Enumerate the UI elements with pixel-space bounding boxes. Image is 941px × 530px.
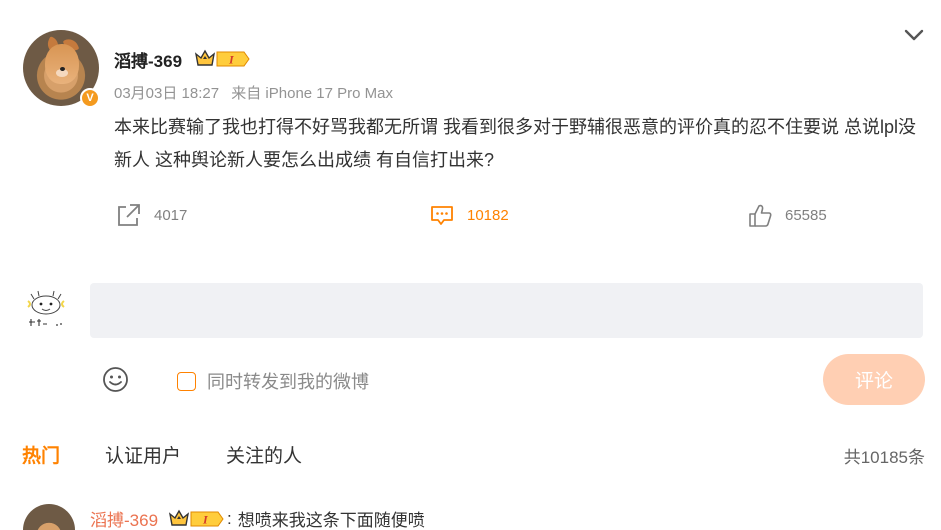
- emoji-icon[interactable]: [102, 366, 129, 393]
- vip-crown-icon[interactable]: I: [194, 49, 251, 69]
- sync-repost-label: 同时转发到我的微博: [207, 372, 369, 392]
- author-name-row: 滔搏-369 I: [114, 47, 251, 72]
- tab-following[interactable]: 关注的人: [226, 441, 302, 468]
- chevron-down-icon[interactable]: [903, 26, 925, 44]
- comment-separator: :: [227, 508, 232, 528]
- comment-text: 想喷来我这条下面随便喷: [237, 511, 425, 530]
- comment-icon: [431, 206, 453, 225]
- post-content: 本来比赛输了我也打得不好骂我都无所谓 我看到很多对于野辅很恶意的评价真的忍不住要…: [114, 117, 917, 170]
- like-icon: [749, 204, 772, 227]
- comment-line: 滔搏-369 I : 想喷来我这条下面随便喷: [90, 506, 425, 530]
- repost-icon: [118, 204, 140, 226]
- comment-tabs: 热门 认证用户 关注的人: [22, 441, 347, 468]
- comment-total: 共10185条: [843, 448, 925, 467]
- repost-count: 4017: [154, 206, 188, 224]
- comment-input[interactable]: [90, 283, 923, 338]
- commenter-username[interactable]: 滔搏-369: [90, 506, 158, 530]
- like-count: 65585: [785, 206, 827, 224]
- comment-item: 滔搏-369 I : 想喷来我这条下面随便喷: [0, 500, 941, 530]
- sync-repost-checkbox[interactable]: [177, 371, 196, 391]
- verified-icon: V: [80, 88, 100, 108]
- tab-verified-users[interactable]: 认证用户: [105, 441, 181, 468]
- current-user-avatar[interactable]: [23, 284, 69, 334]
- tab-hot[interactable]: 热门: [22, 441, 60, 468]
- repost-button[interactable]: 4017: [116, 202, 187, 228]
- vip-crown-icon[interactable]: I: [168, 509, 225, 529]
- comment-count: 10182: [467, 206, 509, 224]
- author-username[interactable]: 滔搏-369: [114, 47, 182, 72]
- post-source: 来自 iPhone 17 Pro Max: [231, 85, 393, 102]
- like-button[interactable]: 65585: [747, 202, 827, 228]
- weibo-post: V 滔搏-369 I 03月03日 18:27 来自 iPhone 17 Pro…: [0, 0, 941, 530]
- post-time[interactable]: 03月03日 18:27: [114, 85, 219, 102]
- post-meta: 03月03日 18:27 来自 iPhone 17 Pro Max: [114, 82, 393, 103]
- post-actions: 4017 10182 65585: [0, 202, 941, 230]
- comment-button[interactable]: 10182: [429, 202, 509, 228]
- submit-comment-button[interactable]: 评论: [823, 354, 925, 405]
- sync-repost-option[interactable]: 同时转发到我的微博: [177, 368, 369, 394]
- commenter-avatar[interactable]: [23, 504, 75, 530]
